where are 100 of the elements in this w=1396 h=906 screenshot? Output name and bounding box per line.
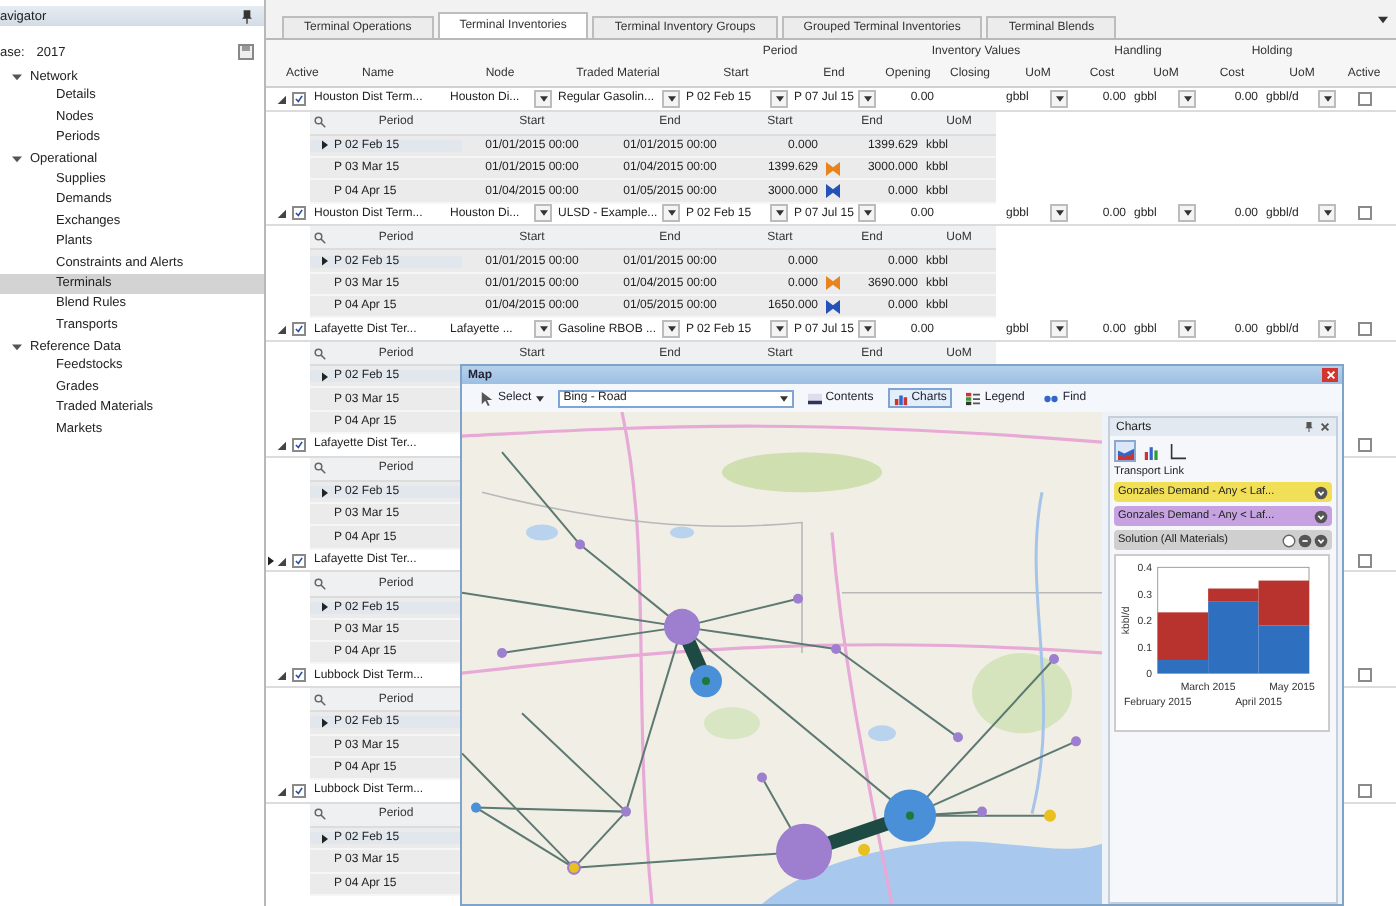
line-chart-icon xyxy=(1169,443,1185,459)
bar-chart-icon xyxy=(1143,443,1159,459)
cursor-icon xyxy=(480,391,494,405)
expand-arrow-icon[interactable] xyxy=(276,439,286,450)
dropdown-button[interactable] xyxy=(662,204,680,223)
dropdown-button[interactable] xyxy=(662,320,680,339)
panel-icon xyxy=(807,391,822,405)
chart-type-button[interactable] xyxy=(1166,440,1188,462)
pin-icon[interactable] xyxy=(242,9,252,23)
caret-icon xyxy=(1055,95,1063,102)
dropdown-button[interactable] xyxy=(858,320,876,339)
caret-icon xyxy=(779,395,788,401)
dropdown-button[interactable] xyxy=(770,320,788,339)
caret-icon xyxy=(667,326,675,333)
search-icon[interactable] xyxy=(314,808,326,821)
legend-icon xyxy=(966,391,981,405)
caret-icon xyxy=(1183,326,1191,333)
chart-type-button[interactable] xyxy=(1114,440,1136,462)
caret-icon xyxy=(1183,95,1191,102)
caret-icon xyxy=(539,326,547,333)
dropdown-button[interactable] xyxy=(770,89,788,108)
dropdown-button[interactable] xyxy=(1318,320,1336,339)
row-pointer-icon xyxy=(322,140,328,151)
expand-arrow-icon[interactable] xyxy=(276,670,286,681)
search-icon[interactable] xyxy=(314,231,326,244)
checkbox[interactable] xyxy=(1357,783,1371,798)
dropdown-button[interactable] xyxy=(858,204,876,223)
binoculars-icon xyxy=(1044,391,1059,405)
network-drawing[interactable] xyxy=(462,451,1081,880)
dropdown-button[interactable] xyxy=(534,204,552,223)
circle-icon[interactable] xyxy=(1282,533,1296,547)
checkbox[interactable] xyxy=(291,91,305,106)
pin-icon[interactable] xyxy=(1304,422,1314,432)
collapse-icon[interactable] xyxy=(1314,485,1328,499)
search-icon[interactable] xyxy=(314,693,326,706)
dropdown-button[interactable] xyxy=(1050,204,1068,223)
caret-icon xyxy=(535,395,544,401)
checkbox[interactable] xyxy=(291,553,305,567)
row-pointer-icon xyxy=(322,602,328,613)
checkbox[interactable] xyxy=(1357,668,1371,683)
checkbox[interactable] xyxy=(291,437,305,452)
dropdown-button[interactable] xyxy=(1318,89,1336,108)
dropdown-button[interactable] xyxy=(1178,204,1196,223)
caret-icon xyxy=(539,210,547,217)
close-icon[interactable] xyxy=(1320,422,1330,432)
expand-arrow-icon[interactable] xyxy=(276,93,286,104)
caret-icon xyxy=(1323,210,1331,217)
caret-icon xyxy=(863,95,871,102)
dropdown-button[interactable] xyxy=(1050,320,1068,339)
search-icon[interactable] xyxy=(314,347,326,360)
row-pointer-icon xyxy=(322,717,328,728)
expand-arrow-icon[interactable] xyxy=(276,324,286,335)
dropdown-button[interactable] xyxy=(534,89,552,108)
search-icon[interactable] xyxy=(314,462,326,475)
bar-chart-icon xyxy=(893,391,908,405)
checkbox[interactable] xyxy=(291,783,305,798)
dropdown-button[interactable] xyxy=(1050,89,1068,108)
save-icon[interactable] xyxy=(238,44,254,60)
row-pointer-icon xyxy=(322,833,328,844)
dropdown-button[interactable] xyxy=(858,89,876,108)
dropdown-button[interactable] xyxy=(770,204,788,223)
checkbox[interactable] xyxy=(291,322,305,337)
search-icon[interactable] xyxy=(314,116,326,129)
dropdown-button[interactable] xyxy=(662,89,680,108)
caret-icon xyxy=(539,95,547,102)
expand-arrow-icon[interactable] xyxy=(12,341,22,352)
checkbox[interactable] xyxy=(1357,437,1371,452)
row-pointer-icon xyxy=(322,371,328,382)
expand-arrow-icon[interactable] xyxy=(276,208,286,219)
collapse-icon[interactable] xyxy=(1298,533,1312,547)
caret-icon xyxy=(667,95,675,102)
expand-arrow-icon[interactable] xyxy=(276,555,286,565)
dropdown-button[interactable] xyxy=(534,320,552,339)
close-button[interactable] xyxy=(1322,368,1338,382)
caret-icon xyxy=(1055,210,1063,217)
dropdown-button[interactable] xyxy=(1178,320,1196,339)
caret-icon xyxy=(863,210,871,217)
expand-arrow-icon[interactable] xyxy=(12,71,22,82)
dropdown-button[interactable] xyxy=(1178,89,1196,108)
row-pointer-icon xyxy=(322,256,328,267)
caret-icon xyxy=(775,95,783,102)
checkbox[interactable] xyxy=(1357,91,1371,106)
checkbox[interactable] xyxy=(1357,553,1371,567)
expand-arrow-icon[interactable] xyxy=(276,785,286,796)
expand-arrow-icon[interactable] xyxy=(12,154,22,165)
search-icon[interactable] xyxy=(314,577,326,590)
checkbox[interactable] xyxy=(1357,206,1371,221)
checkbox[interactable] xyxy=(291,206,305,221)
checkbox[interactable] xyxy=(1357,322,1371,337)
caret-icon xyxy=(863,326,871,333)
collapse-icon[interactable] xyxy=(1314,533,1328,547)
checkbox[interactable] xyxy=(291,668,305,683)
caret-icon xyxy=(1183,210,1191,217)
row-pointer-icon xyxy=(322,487,328,497)
dropdown-button[interactable] xyxy=(1318,204,1336,223)
caret-icon xyxy=(667,210,675,217)
tab-menu-caret-icon[interactable] xyxy=(1378,15,1388,23)
caret-icon xyxy=(775,210,783,217)
row-pointer-icon xyxy=(268,555,274,565)
collapse-icon[interactable] xyxy=(1314,509,1328,523)
